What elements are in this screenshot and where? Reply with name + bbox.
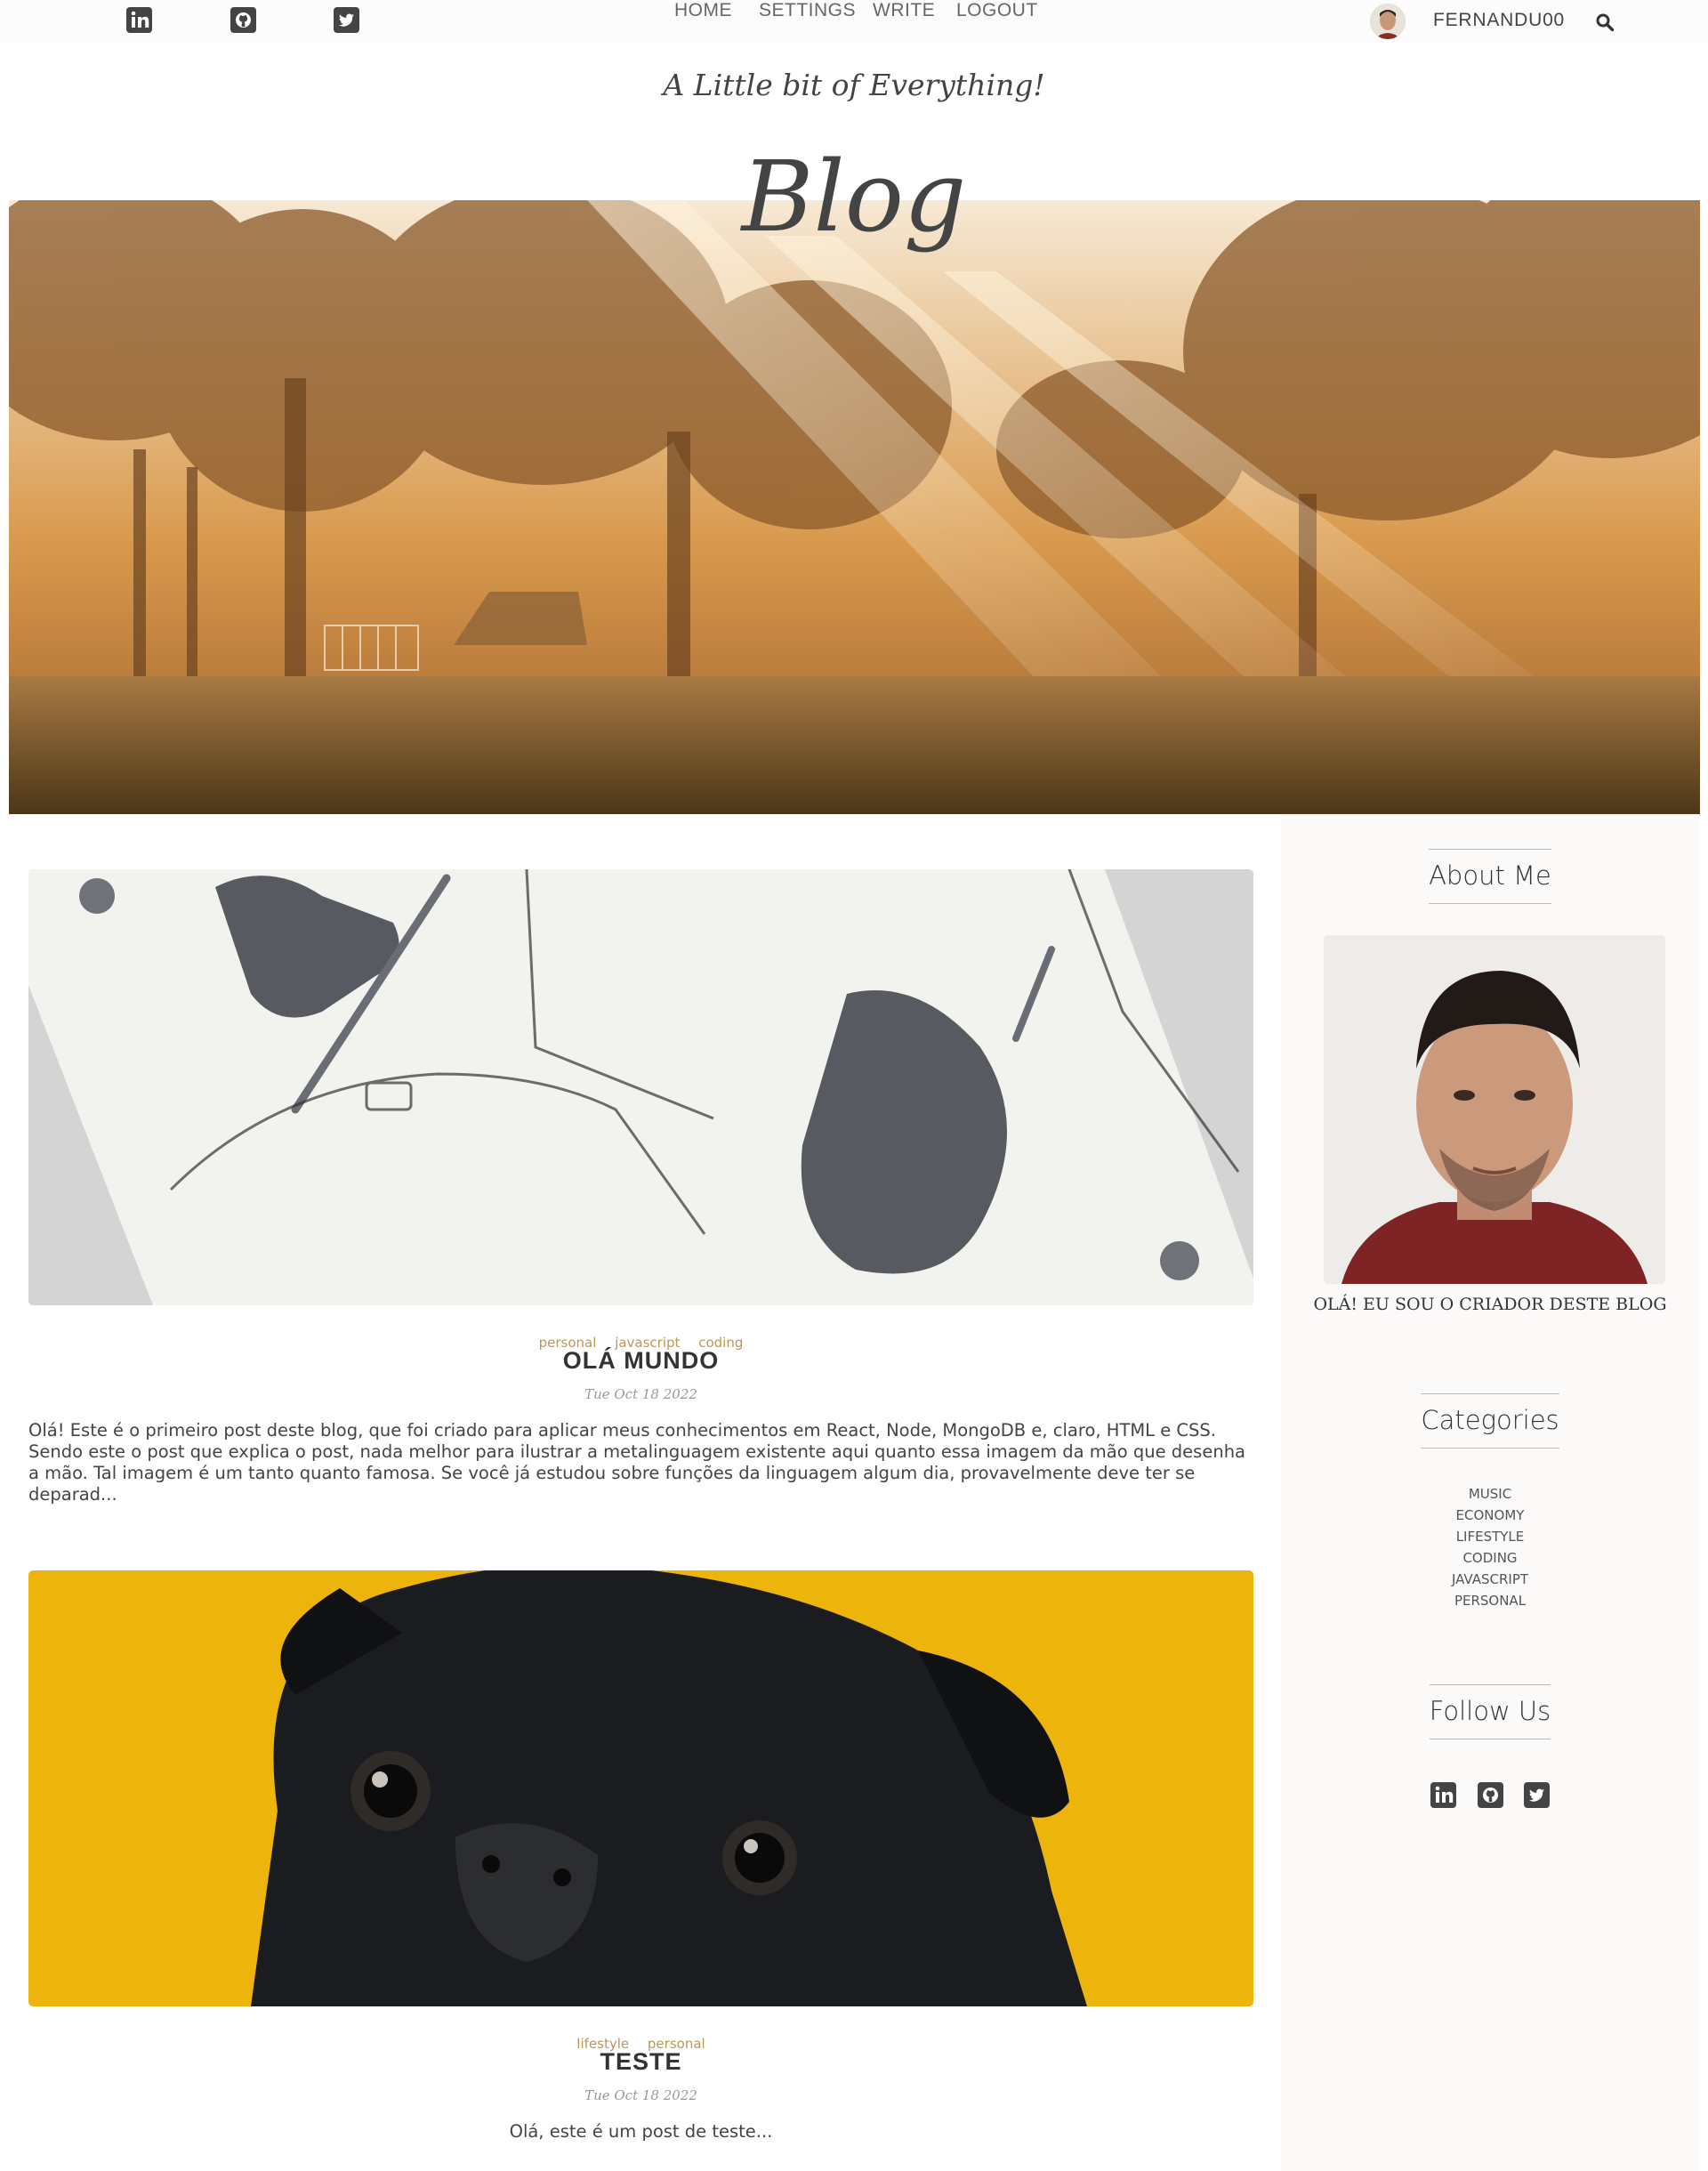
- about-heading: About Me: [1281, 849, 1699, 904]
- nav-logout[interactable]: LOGOUT: [956, 0, 1038, 21]
- linkedin-icon[interactable]: [1430, 1782, 1457, 1808]
- post-excerpt: Olá! Este é o primeiro post deste blog, …: [28, 1420, 1245, 1505]
- post-image[interactable]: [28, 869, 1253, 1305]
- twitter-icon[interactable]: [1523, 1782, 1550, 1808]
- nav-home[interactable]: HOME: [674, 0, 732, 21]
- category-link[interactable]: PERSONAL: [1281, 1590, 1699, 1611]
- category-link[interactable]: LIFESTYLE: [1281, 1526, 1699, 1547]
- linkedin-icon[interactable]: [126, 7, 152, 33]
- follow-heading-text: Follow Us: [1429, 1684, 1551, 1739]
- author-photo: [1324, 935, 1665, 1284]
- header-image: [9, 200, 1700, 814]
- category-link[interactable]: JAVASCRIPT: [1281, 1569, 1699, 1590]
- category-list: MUSIC ECONOMY LIFESTYLE CODING JAVASCRIP…: [1281, 1483, 1699, 1611]
- categories-heading: Categories: [1281, 1393, 1699, 1449]
- nav-write[interactable]: WRITE: [873, 0, 935, 21]
- follow-icons: [1281, 1782, 1699, 1812]
- site-title: Blog: [741, 140, 967, 254]
- post-image[interactable]: [28, 1570, 1253, 2006]
- follow-heading: Follow Us: [1281, 1684, 1699, 1739]
- github-icon[interactable]: [1477, 1782, 1503, 1808]
- nav-settings[interactable]: SETTINGS: [759, 0, 856, 21]
- post-date: Tue Oct 18 2022: [584, 2087, 697, 2103]
- avatar[interactable]: [1370, 4, 1406, 39]
- post-excerpt: Olá, este é um post de teste...: [509, 2121, 773, 2142]
- github-icon[interactable]: [230, 7, 257, 33]
- post-date: Tue Oct 18 2022: [584, 1386, 697, 1402]
- username[interactable]: FERNANDU00: [1433, 10, 1565, 31]
- category-link[interactable]: CODING: [1281, 1547, 1699, 1569]
- category-link[interactable]: ECONOMY: [1281, 1505, 1699, 1526]
- site-tagline: A Little bit of Everything!: [663, 68, 1045, 102]
- post-title[interactable]: TESTE: [28, 2048, 1253, 2076]
- about-text: OLÁ! EU SOU O CRIADOR DESTE BLOG: [1313, 1295, 1667, 1314]
- about-heading-text: About Me: [1429, 849, 1551, 904]
- sidebar: About Me OLÁ! EU SOU O CRIADOR DESTE BLO…: [1281, 814, 1699, 2171]
- twitter-icon[interactable]: [334, 7, 360, 33]
- post-title[interactable]: OLÁ MUNDO: [28, 1347, 1253, 1375]
- category-link[interactable]: MUSIC: [1281, 1483, 1699, 1505]
- search-icon[interactable]: [1595, 12, 1615, 32]
- categories-heading-text: Categories: [1421, 1393, 1559, 1449]
- top-bar: HOME SETTINGS WRITE LOGOUT FERNANDU00: [0, 0, 1708, 43]
